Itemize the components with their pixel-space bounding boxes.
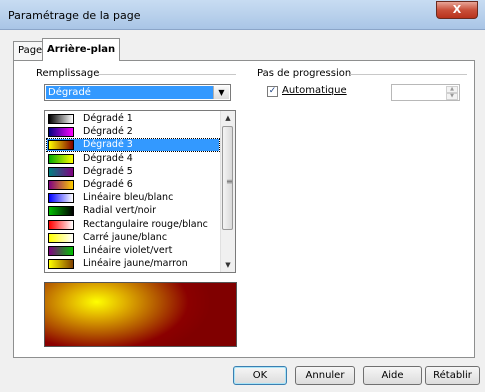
fill-type-select[interactable]: Dégradé ▼ <box>44 84 231 101</box>
gradient-label: Linéaire bleu/blanc <box>83 192 174 204</box>
fill-group-divider <box>98 74 236 75</box>
cancel-button[interactable]: Annuler <box>295 366 355 385</box>
tab-page-label: Page <box>18 45 43 56</box>
spin-down-icon[interactable]: ▼ <box>446 93 458 100</box>
gradient-swatch <box>48 180 74 190</box>
gradient-list-item[interactable]: Rectangulaire rouge/blanc <box>47 219 219 231</box>
tab-arriere-plan[interactable]: Arrière-plan <box>42 38 121 61</box>
reset-button[interactable]: Rétablir <box>425 366 480 385</box>
gradient-list-item[interactable]: Dégradé 6 <box>47 179 219 191</box>
gradient-list-item[interactable]: Dégradé 1 <box>47 113 219 125</box>
step-count-spinner[interactable]: ▲ ▼ <box>391 84 460 101</box>
gradient-preview <box>44 282 237 347</box>
gradient-label: Rectangulaire rouge/blanc <box>83 218 208 230</box>
automatic-checkbox[interactable]: ✓ <box>267 86 278 97</box>
gradient-list-item[interactable]: Dégradé 4 <box>47 153 219 165</box>
gradient-label: Dégradé 4 <box>83 152 133 164</box>
gradient-label: Linéaire violet/vert <box>83 245 173 256</box>
tab-arriere-plan-label: Arrière-plan <box>47 44 116 55</box>
help-button[interactable]: Aide <box>363 366 422 385</box>
step-group-divider <box>350 74 467 75</box>
scroll-down-icon[interactable]: ▼ <box>221 258 235 272</box>
scroll-thumb[interactable]: ≡ <box>222 126 233 230</box>
gradient-swatch <box>48 232 74 243</box>
gradient-swatch <box>48 153 74 164</box>
gradient-list-item[interactable]: Linéaire bleu/blanc <box>47 192 219 204</box>
gradient-swatch <box>48 114 74 124</box>
gradient-swatch <box>48 259 74 270</box>
automatic-label[interactable]: Automatique <box>282 85 347 96</box>
gradient-swatch <box>48 140 74 151</box>
gradient-swatch <box>48 246 74 256</box>
gradient-list-item[interactable]: Linéaire violet/vert <box>47 245 219 257</box>
chevron-down-icon[interactable]: ▼ <box>213 86 229 99</box>
close-icon: X <box>452 3 462 16</box>
checkmark-icon: ✓ <box>268 86 277 96</box>
gradient-list-item[interactable]: Radial vert/noir <box>47 205 219 217</box>
gradient-list-scrollbar[interactable]: ▲ ≡ ▼ <box>220 111 235 272</box>
gradient-label: Dégradé 2 <box>83 126 133 138</box>
gradient-swatch <box>48 166 74 177</box>
spin-up-icon[interactable]: ▲ <box>446 86 458 93</box>
automatic-label-text: Automatique <box>282 85 347 96</box>
gradient-swatch <box>48 219 74 230</box>
gradient-list[interactable]: ▲ ≡ ▼ Dégradé 1 Dégradé 2 Dégradé 3 Dégradé… <box>44 110 236 273</box>
gradient-swatch <box>48 206 74 217</box>
step-group-label: Pas de progression <box>257 68 352 79</box>
gradient-list-item[interactable]: Linéaire jaune/marron <box>47 258 219 270</box>
gradient-label: Dégradé 1 <box>83 113 133 124</box>
gradient-list-item[interactable]: Dégradé 2 <box>47 126 219 138</box>
gradient-label: Dégradé 3 <box>83 139 133 151</box>
close-button[interactable]: X <box>436 1 478 19</box>
scroll-up-icon[interactable]: ▲ <box>221 111 235 125</box>
gradient-label: Radial vert/noir <box>83 205 157 217</box>
fill-group-label: Remplissage <box>36 68 100 79</box>
gradient-list-item[interactable]: Dégradé 3 <box>46 138 220 153</box>
gradient-label: Linéaire jaune/marron <box>83 258 188 270</box>
gradient-label: Dégradé 5 <box>83 165 133 177</box>
gradient-swatch <box>48 193 74 204</box>
gradient-swatch <box>48 127 74 138</box>
window-title: Paramétrage de la page <box>8 9 141 22</box>
gradient-list-item[interactable]: Carré jaune/blanc <box>47 232 219 244</box>
title-bar: Paramétrage de la page X <box>0 0 485 30</box>
gradient-label: Dégradé 6 <box>83 179 133 190</box>
ok-button[interactable]: OK <box>233 366 287 385</box>
gradient-label: Carré jaune/blanc <box>83 231 168 243</box>
fill-type-value: Dégradé <box>46 86 213 99</box>
gradient-list-item[interactable]: Dégradé 5 <box>47 166 219 178</box>
